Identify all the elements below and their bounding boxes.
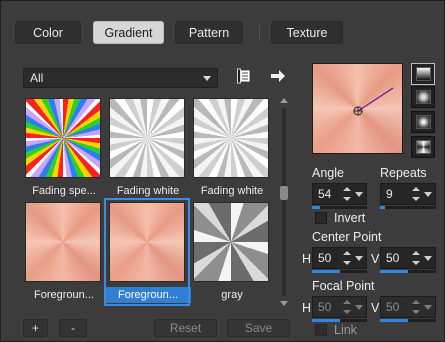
angle-handle-icon[interactable]: [313, 64, 404, 155]
gallery-scrollbar[interactable]: [279, 96, 289, 308]
chevron-down-icon[interactable]: [424, 305, 432, 310]
scroll-track[interactable]: [282, 108, 286, 296]
angle-spinner[interactable]: [342, 185, 352, 203]
center-v-slider-fill: [380, 270, 408, 273]
focal-v-input[interactable]: 50: [380, 296, 436, 318]
focal-h-spinner[interactable]: [342, 298, 352, 316]
linear-style-button[interactable]: [411, 63, 435, 85]
angle-slider[interactable]: [312, 206, 367, 209]
chevron-down-icon[interactable]: [424, 192, 432, 197]
category-value: All: [30, 71, 44, 85]
gallery-item[interactable]: Fading white: [191, 96, 271, 197]
gradient-swatch: [25, 98, 101, 178]
gradient-swatch: [193, 98, 269, 178]
gradient-gallery: Fading spe... Fading white Fading white …: [23, 96, 277, 308]
center-v-value: 50: [386, 251, 400, 265]
focal-v-slider-fill: [380, 319, 408, 322]
focal-h-slider-fill: [312, 319, 340, 322]
gallery-item-caption: Foregroun...: [34, 289, 94, 301]
angle-value: 54: [318, 187, 332, 201]
angle-input[interactable]: 54: [312, 183, 367, 205]
add-gradient-button[interactable]: +: [23, 319, 48, 337]
gallery-item-selected[interactable]: Foregroun...: [104, 198, 191, 306]
focal-h-input[interactable]: 50: [312, 296, 367, 318]
focal-v-label: V: [371, 301, 380, 315]
gradient-dialog: Color Gradient Pattern Texture All Fadin…: [0, 0, 445, 342]
gallery-item-caption: gray: [221, 289, 243, 301]
category-dropdown[interactable]: All: [23, 68, 218, 88]
linear-gradient-icon: [415, 67, 431, 81]
focal-point-label: Focal Point: [312, 279, 375, 293]
focal-h-value: 50: [318, 300, 332, 314]
sunburst-style-button[interactable]: [411, 136, 435, 158]
focal-h-slider[interactable]: [312, 319, 367, 322]
repeats-slider-fill: [380, 206, 386, 209]
center-h-input[interactable]: 50: [312, 247, 367, 269]
focal-v-spinner[interactable]: [411, 298, 421, 316]
gradient-swatch: [25, 202, 101, 282]
tab-texture[interactable]: Texture: [271, 21, 343, 44]
tab-gradient[interactable]: Gradient: [93, 21, 164, 44]
focal-h-label: H: [302, 301, 312, 315]
gallery-item-caption: Fading white: [200, 185, 264, 197]
save-button[interactable]: Save: [227, 319, 290, 337]
sunburst-gradient-icon: [415, 140, 431, 154]
chevron-down-icon[interactable]: [355, 192, 363, 197]
rectangular-style-button[interactable]: [411, 86, 435, 108]
reset-button[interactable]: Reset: [154, 319, 217, 337]
tab-pattern[interactable]: Pattern: [175, 21, 243, 44]
remove-gradient-button[interactable]: -: [59, 319, 87, 337]
radial-gradient-icon: [415, 115, 431, 129]
center-h-value: 50: [318, 251, 332, 265]
gallery-item-caption: Fading spe...: [32, 185, 96, 197]
scroll-thumb[interactable]: [280, 186, 288, 200]
center-h-spinner[interactable]: [342, 249, 352, 267]
focal-v-value: 50: [386, 300, 400, 314]
center-v-label: V: [371, 252, 380, 266]
library-icon[interactable]: [234, 66, 254, 86]
chevron-down-icon: [203, 76, 211, 81]
scroll-down-icon[interactable]: [280, 301, 288, 306]
gallery-item[interactable]: Fading spe...: [23, 96, 103, 197]
gallery-item[interactable]: gray: [191, 200, 271, 301]
invert-checkbox[interactable]: [315, 212, 327, 224]
center-h-slider-fill: [312, 270, 340, 273]
repeats-value: 9: [386, 187, 393, 201]
rectangular-gradient-icon: [415, 90, 431, 104]
gradient-preview[interactable]: [312, 63, 403, 154]
invert-label: Invert: [334, 211, 366, 225]
center-h-slider[interactable]: [312, 270, 367, 273]
gradient-swatch: [193, 202, 269, 282]
center-h-label: H: [302, 252, 312, 266]
radial-style-button[interactable]: [411, 111, 435, 133]
repeats-label: Repeats: [380, 166, 427, 180]
angle-slider-fill: [312, 206, 321, 209]
repeats-input[interactable]: 9: [380, 183, 436, 205]
chevron-down-icon[interactable]: [355, 256, 363, 261]
gradient-swatch: [109, 98, 185, 178]
scroll-up-icon[interactable]: [280, 98, 288, 103]
repeats-slider[interactable]: [380, 206, 436, 209]
center-v-slider[interactable]: [380, 270, 436, 273]
angle-label: Angle: [312, 166, 344, 180]
link-label: Link: [334, 323, 357, 337]
center-v-input[interactable]: 50: [380, 247, 436, 269]
focal-v-slider[interactable]: [380, 319, 436, 322]
repeats-spinner[interactable]: [411, 185, 421, 203]
selection-outline: [104, 198, 190, 306]
center-v-spinner[interactable]: [411, 249, 421, 267]
gallery-item-caption: Fading white: [116, 185, 180, 197]
tab-color[interactable]: Color: [15, 21, 81, 44]
arrow-right-icon[interactable]: [268, 66, 288, 86]
chevron-down-icon[interactable]: [355, 305, 363, 310]
gallery-item[interactable]: Fading white: [107, 96, 187, 197]
chevron-down-icon[interactable]: [424, 256, 432, 261]
center-point-label: Center Point: [312, 230, 382, 244]
link-checkbox[interactable]: [315, 324, 327, 336]
tab-separator: [259, 25, 260, 41]
gallery-item[interactable]: Foregroun...: [23, 200, 103, 301]
